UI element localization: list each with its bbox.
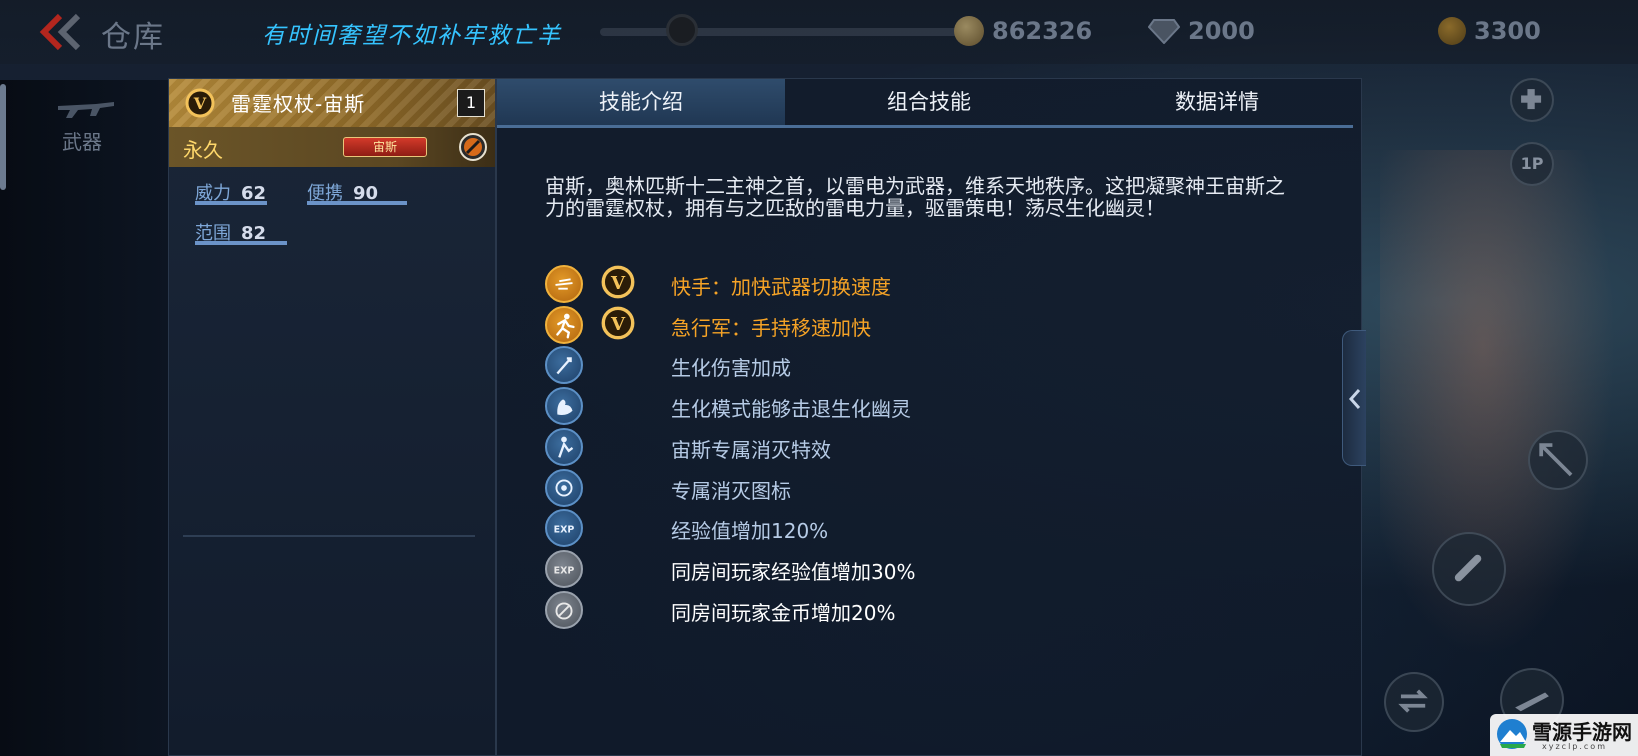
detail-panel: 技能介绍 组合技能 数据详情 宙斯，奥林匹斯十二主神之首，以雷电为武器，维系天地…	[496, 78, 1362, 756]
muscle-arm-icon	[545, 387, 583, 426]
overlay-caption: 有时间奢望不如补牢救亡羊	[262, 23, 562, 49]
item-subheader: 永久 宙斯	[169, 127, 495, 167]
tab-combo-skills[interactable]: 组合技能	[785, 79, 1073, 125]
weapon-slot-button[interactable]	[1528, 430, 1588, 490]
skill-text: 同房间玩家金币增加20%	[671, 600, 896, 625]
gold-coin-icon	[954, 16, 984, 46]
diamond-icon	[1148, 19, 1180, 44]
sidebar-scrollbar[interactable]	[0, 84, 6, 190]
skill-row: 同房间玩家金币增加20%	[545, 589, 1245, 629]
points-value: 3300	[1474, 17, 1541, 45]
switch-weapon-button[interactable]	[1384, 672, 1444, 732]
item-description: 宙斯，奥林匹斯十二主神之首，以雷电为武器，维系天地秩序。这把凝聚神王宙斯之力的雷…	[545, 174, 1285, 220]
tab-data-details[interactable]: 数据详情	[1073, 79, 1361, 125]
one-p-button[interactable]: 1P	[1510, 142, 1554, 186]
series-tag-text: 宙斯	[372, 140, 397, 154]
item-duration: 永久	[183, 138, 223, 162]
gold-coin-counter: 862326	[954, 14, 1092, 48]
svg-text:V: V	[610, 313, 626, 334]
diamond-counter: 2000	[1148, 14, 1255, 48]
watermark-logo-icon	[1497, 719, 1527, 749]
decorative-knob	[666, 14, 698, 46]
skill-text: 经验值增加120%	[671, 519, 829, 544]
spear-icon	[1539, 443, 1573, 477]
nav-tab-weapons[interactable]: 武器	[22, 84, 148, 164]
quick-hand-icon	[545, 265, 583, 303]
svg-text:V: V	[193, 94, 207, 113]
room-gold-icon	[545, 590, 583, 629]
rifle-icon	[58, 102, 114, 118]
skill-row: 专属消灭图标	[545, 467, 1245, 507]
room-exp-icon: EXP	[545, 549, 583, 588]
svg-text:V: V	[610, 273, 626, 294]
character-figure	[1380, 150, 1638, 710]
skill-text: 生化模式能够击退生化幽灵	[671, 397, 911, 422]
gold-coin-value: 862326	[992, 17, 1093, 45]
vip-v-icon: V	[601, 306, 635, 340]
svg-text:EXP: EXP	[554, 566, 575, 577]
skill-row: 宙斯专属消灭特效	[545, 426, 1245, 466]
stat-range-bar	[195, 241, 287, 245]
stat-power-bar	[195, 201, 267, 205]
vip-v-icon: V	[185, 88, 215, 118]
gamepad-button[interactable]	[1510, 78, 1554, 122]
item-header: V 雷霆权杖-宙斯 1	[169, 79, 495, 127]
running-man-icon	[545, 305, 583, 344]
watermark: 雪源手游网 xyzclp.com	[1490, 714, 1638, 756]
vip-v-icon: V	[601, 265, 635, 299]
bio-damage-icon	[545, 346, 583, 385]
bullet-icon	[1454, 554, 1482, 582]
kill-badge-icon	[545, 468, 583, 507]
item-count-badge: 1	[457, 89, 485, 117]
watermark-name: 雪源手游网	[1532, 720, 1632, 744]
nav-tab-label: 武器	[62, 130, 102, 154]
skill-row: 生化伤害加成	[545, 344, 1245, 385]
skill-row: EXP 经验值增加120%	[545, 507, 1245, 548]
skill-row: 生化模式能够击退生化幽灵	[545, 385, 1245, 426]
panel-divider	[183, 535, 475, 537]
collapse-panel-button[interactable]	[1342, 330, 1366, 466]
gamepad-icon	[1521, 89, 1542, 110]
skill-text: 专属消灭图标	[671, 478, 791, 503]
skill-row: EXP 同房间玩家经验值增加30%	[545, 548, 1245, 588]
tabs-underline	[497, 125, 1353, 128]
skill-text: 同房间玩家经验值增加30%	[671, 559, 916, 584]
decorative-track	[600, 28, 980, 36]
skill-text: 急行军：手持移速加快	[671, 315, 871, 340]
back-chevron-icon[interactable]	[38, 12, 84, 52]
swap-arrows-icon	[1398, 689, 1428, 713]
restriction-icon[interactable]	[457, 131, 489, 163]
series-tag-badge: 宙斯	[343, 133, 427, 161]
skill-row: V 快手：加快武器切换速度	[545, 263, 1245, 303]
svg-text:EXP: EXP	[554, 525, 575, 536]
ammo-button[interactable]	[1432, 532, 1506, 606]
skill-text: 生化伤害加成	[671, 356, 791, 381]
page-title: 仓库	[101, 20, 165, 55]
skill-row: V 急行军：手持移速加快	[545, 304, 1245, 344]
top-bar: 仓库 有时间奢望不如补牢救亡羊 862326 2000 3300	[0, 0, 1638, 64]
diamond-value: 2000	[1188, 17, 1255, 45]
left-sidebar	[0, 80, 168, 756]
exp-boost-icon: EXP	[545, 509, 583, 548]
chevron-left-icon	[1348, 389, 1361, 409]
points-icon	[1438, 17, 1466, 45]
stat-portable-bar	[307, 201, 407, 205]
skill-text: 快手：加快武器切换速度	[671, 275, 891, 299]
tab-skill-intro[interactable]: 技能介绍	[497, 79, 785, 125]
item-name: 雷霆权杖-宙斯	[231, 92, 366, 116]
skill-text: 宙斯专属消灭特效	[671, 437, 831, 462]
kill-effect-icon	[545, 427, 583, 466]
watermark-url: xyzclp.com	[1542, 742, 1607, 751]
detail-tabs: 技能介绍 组合技能 数据详情	[497, 79, 1361, 127]
points-counter: 3300	[1438, 14, 1541, 48]
item-info-panel: V 雷霆权杖-宙斯 1 永久 宙斯 威力 62 便携 90 范围 82	[168, 78, 496, 756]
